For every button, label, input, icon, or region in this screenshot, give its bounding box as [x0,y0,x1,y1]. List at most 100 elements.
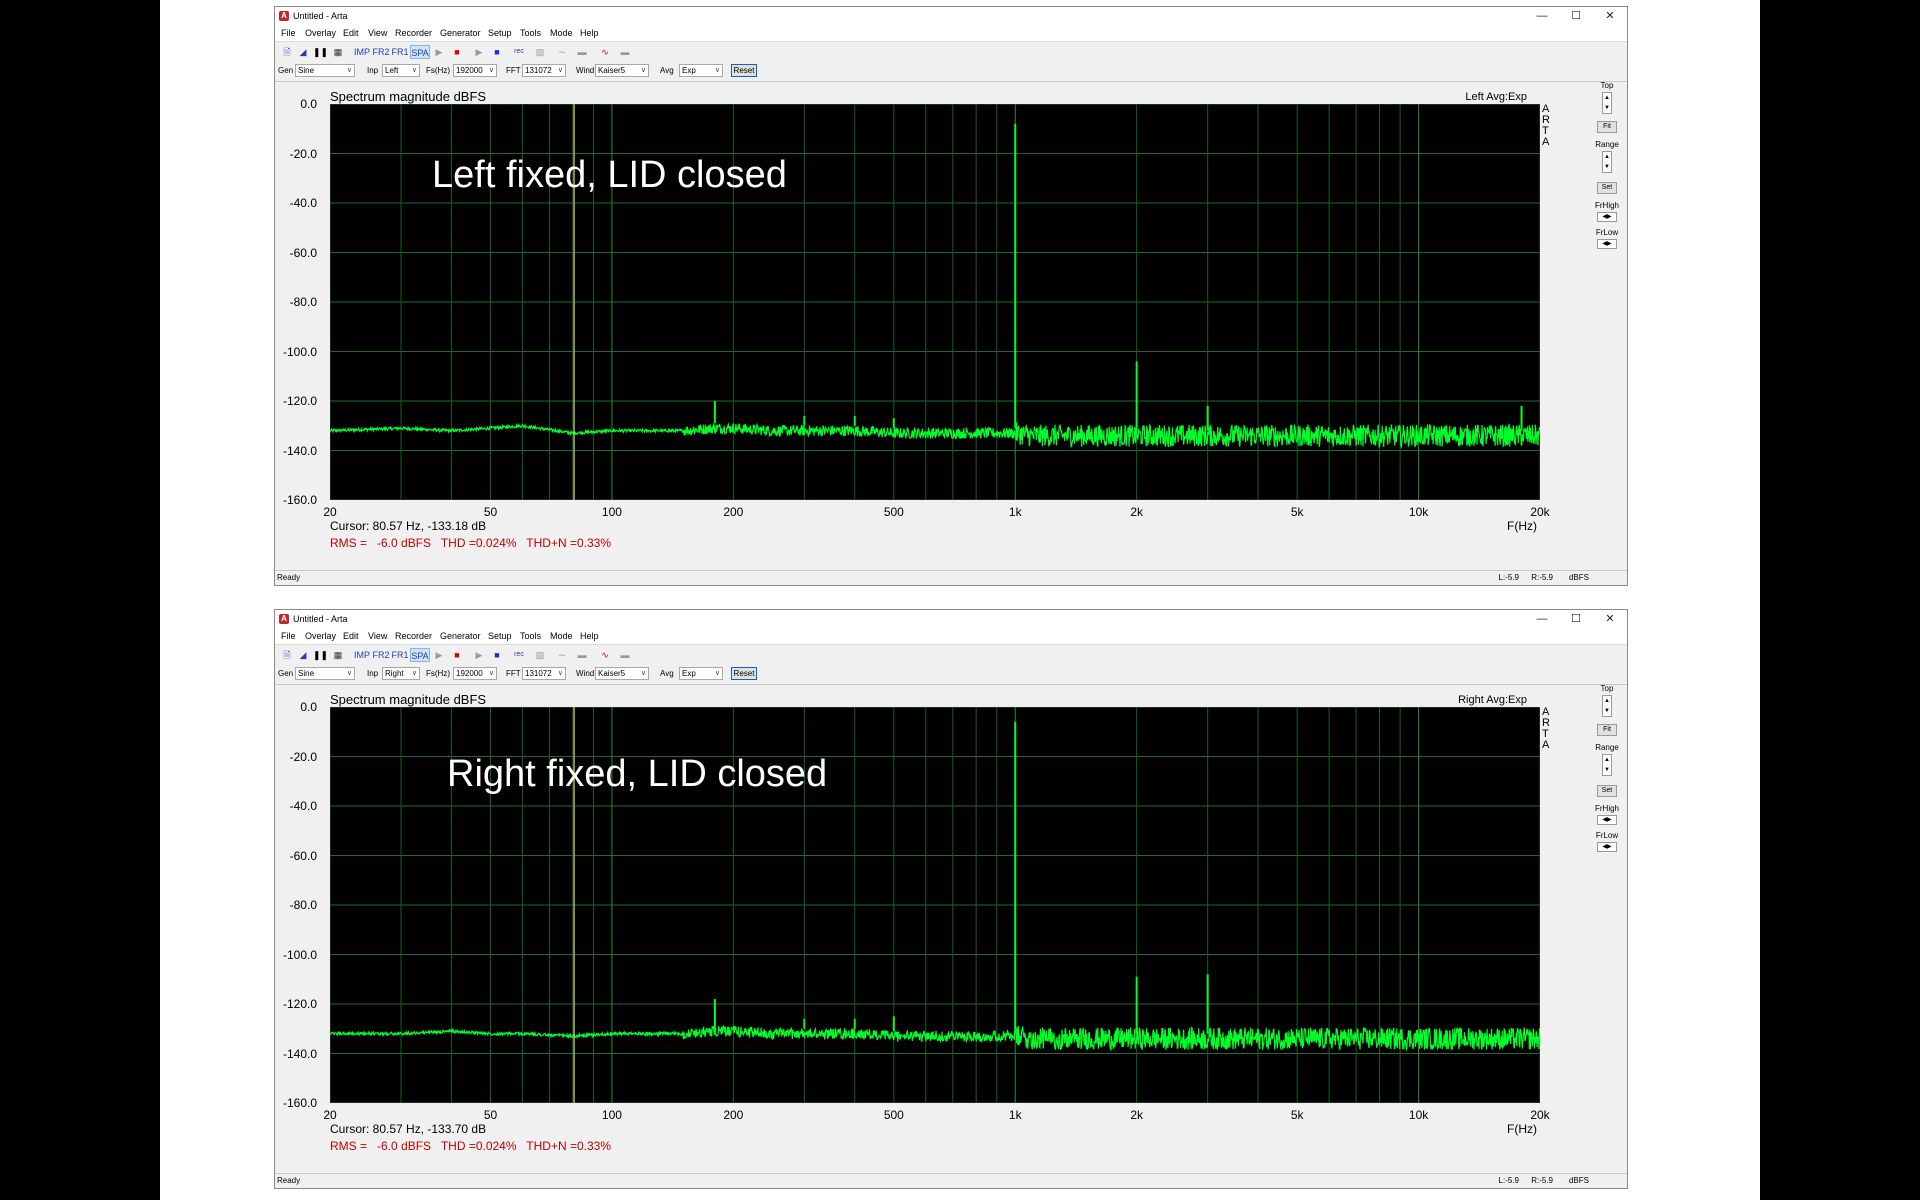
mode-fr1-button[interactable]: FR1 [391,45,409,59]
gen-select[interactable]: Sine ∨ [295,667,355,680]
menu-help[interactable]: Help [580,25,599,41]
mode-spa-button[interactable]: SPA [410,648,430,662]
rec-icon[interactable]: rec [511,648,527,662]
frhigh-spinner[interactable]: ◀▶ [1597,212,1617,222]
toolbar: 🗎 ◢ ❚❚ ▦ IMP FR2 FR1 SPA ▶ ■ ▶ ■ rec ▧ ∼… [275,644,1627,665]
fs-select[interactable]: 192000 ∨ [453,64,497,77]
play-icon[interactable]: ▶ [433,45,445,59]
wind-select[interactable]: Kaiser5 ∨ [595,667,649,680]
minimize-icon[interactable]: — [1525,7,1559,25]
stop-icon[interactable]: ■ [491,45,503,59]
rec-icon[interactable]: rec [511,45,527,59]
grid-icon[interactable]: ▧ [533,45,547,59]
signal-icon[interactable]: ∿ [598,648,612,662]
menu-mode[interactable]: Mode [550,628,573,644]
mode-fr2-button[interactable]: FR2 [372,45,390,59]
fit-button[interactable]: Fit [1597,724,1617,736]
pause-icon[interactable]: ❚❚ [313,648,328,662]
menu-edit[interactable]: Edit [343,628,359,644]
menu-tools[interactable]: Tools [520,25,541,41]
new-file-icon[interactable]: 🗎 [281,45,293,59]
menu-file[interactable]: File [281,25,296,41]
mode-fr2-button[interactable]: FR2 [372,648,390,662]
fit-button[interactable]: Fit [1597,121,1617,133]
menu-tools[interactable]: Tools [520,628,541,644]
frlow-spinner[interactable]: ◀▶ [1597,842,1617,852]
close-icon[interactable]: ✕ [1593,7,1627,25]
mode-spa-button[interactable]: SPA [410,45,430,59]
fft-select[interactable]: 131072 ∨ [522,667,566,680]
set-button[interactable]: Set [1597,785,1617,797]
fs-select[interactable]: 192000 ∨ [453,667,497,680]
menu-generator[interactable]: Generator [440,628,481,644]
minimize-icon[interactable]: — [1525,610,1559,628]
play-icon[interactable]: ▶ [433,648,445,662]
top-spinner[interactable]: ▲ ▼ [1602,92,1612,114]
play-continuous-icon[interactable]: ▶ [473,45,485,59]
menu-mode[interactable]: Mode [550,25,573,41]
menu-view[interactable]: View [368,628,387,644]
menu-view[interactable]: View [368,25,387,41]
range-spinner[interactable]: ▲ ▼ [1602,151,1612,173]
close-icon[interactable]: ✕ [1593,610,1627,628]
mode-fr1-button[interactable]: FR1 [391,648,409,662]
gray-button-icon[interactable]: ▬ [618,648,632,662]
connect-icon[interactable]: ∼ [555,648,569,662]
signal-icon[interactable]: ∿ [598,45,612,59]
cursor-readout: Cursor: 80.57 Hz, -133.18 dB [330,519,487,533]
new-file-icon[interactable]: 🗎 [281,648,293,662]
grid-icon[interactable]: ▧ [533,648,547,662]
mode-imp-button[interactable]: IMP [353,45,371,59]
connect-icon[interactable]: ∼ [555,45,569,59]
menu-help[interactable]: Help [580,628,599,644]
set-button[interactable]: Set [1597,182,1617,194]
record-icon[interactable]: ■ [451,648,463,662]
table-icon[interactable]: ▦ [331,648,345,662]
menu-recorder[interactable]: Recorder [395,25,432,41]
menu-overlay[interactable]: Overlay [305,25,336,41]
chevron-down-icon: ∨ [488,67,494,74]
gray-button-icon[interactable]: ▬ [618,45,632,59]
frhigh-spinner[interactable]: ◀▶ [1597,815,1617,825]
open-icon[interactable]: ◢ [297,45,309,59]
inp-select[interactable]: Right ∨ [382,667,420,680]
table-icon[interactable]: ▦ [331,45,345,59]
maximize-icon[interactable]: ☐ [1559,610,1593,628]
menu-recorder[interactable]: Recorder [395,628,432,644]
menu-setup[interactable]: Setup [488,628,512,644]
mode-imp-button[interactable]: IMP [353,648,371,662]
menu-setup[interactable]: Setup [488,25,512,41]
frlow-spinner[interactable]: ◀▶ [1597,239,1617,249]
gen-select[interactable]: Sine ∨ [295,64,355,77]
menu-edit[interactable]: Edit [343,25,359,41]
status-unit: dBFS [1568,1176,1589,1185]
gen-label: Gen [278,669,294,678]
top-spinner[interactable]: ▲ ▼ [1602,695,1612,717]
pause-icon[interactable]: ❚❚ [313,45,328,59]
gray-bar-icon[interactable]: ▬ [575,45,589,59]
fft-select[interactable]: 131072 ∨ [522,64,566,77]
x-tick-label: 2k [1130,505,1143,519]
gray-bar-icon[interactable]: ▬ [575,648,589,662]
spectrum-plot[interactable]: Left fixed, LID closed [329,103,1541,501]
spectrum-plot[interactable]: Right fixed, LID closed [329,706,1541,1104]
x-tick-label: 10k [1408,505,1429,519]
reset-button[interactable]: Reset [731,64,757,77]
reset-button[interactable]: Reset [731,667,757,680]
menu-file[interactable]: File [281,628,296,644]
stop-icon[interactable]: ■ [491,648,503,662]
wind-select[interactable]: Kaiser5 ∨ [595,64,649,77]
range-spinner[interactable]: ▲ ▼ [1602,754,1612,776]
open-icon[interactable]: ◢ [297,648,309,662]
menu-overlay[interactable]: Overlay [305,628,336,644]
menu-generator[interactable]: Generator [440,25,481,41]
avg-select[interactable]: Exp ∨ [679,667,723,680]
top-label: Top [1600,684,1614,693]
inp-select[interactable]: Left ∨ [382,64,420,77]
record-icon[interactable]: ■ [451,45,463,59]
y-tick-label: -100.0 [282,947,317,962]
maximize-icon[interactable]: ☐ [1559,7,1593,25]
avg-select[interactable]: Exp ∨ [679,64,723,77]
play-continuous-icon[interactable]: ▶ [473,648,485,662]
x-tick-label: 500 [883,1108,904,1122]
